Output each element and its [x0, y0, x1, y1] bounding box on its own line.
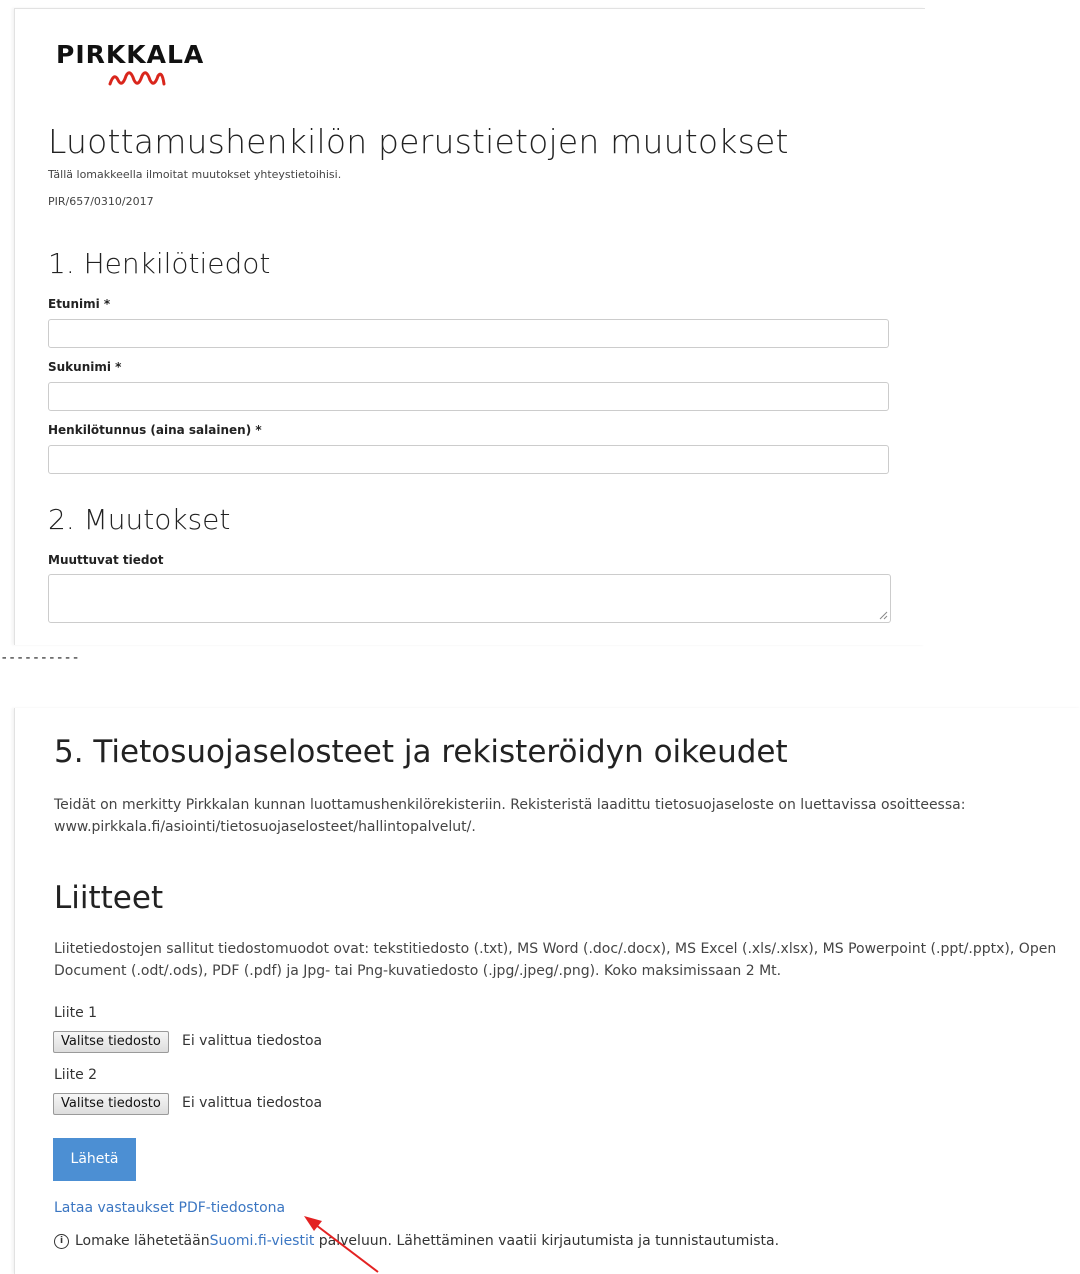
pirkkala-logo-text: PIRKKALA [56, 40, 205, 69]
form-title: Luottamushenkilön perustietojen muutokse… [48, 122, 789, 161]
first-name-input[interactable] [48, 319, 889, 348]
attachment2-file-status: Ei valittua tiedostoa [182, 1095, 323, 1111]
submit-button[interactable]: Lähetä [53, 1138, 136, 1181]
section1-heading: 1. Henkilötiedot [48, 247, 271, 280]
info-icon: i [54, 1233, 69, 1249]
pirkkala-logo-wave-icon [108, 71, 166, 86]
changes-textarea[interactable] [48, 574, 891, 623]
attachment1-choose-file-button[interactable]: Valitse tiedosto [53, 1031, 169, 1053]
form-description: Tällä lomakkeella ilmoitat muutokset yht… [48, 168, 342, 181]
info-row: i Lomake lähetetään Suomi.fi-viestit pal… [54, 1233, 779, 1249]
resize-handle-icon[interactable] [879, 611, 888, 620]
attachment2-choose-file-button[interactable]: Valitse tiedosto [53, 1093, 169, 1115]
changes-label: Muuttuvat tiedot [48, 553, 164, 567]
form-reference: PIR/657/0310/2017 [48, 195, 154, 208]
annotation-arrow-icon [304, 1216, 379, 1273]
ssn-input[interactable] [48, 445, 889, 474]
attachment1-file-status: Ei valittua tiedostoa [182, 1033, 323, 1049]
section2-heading: 2. Muutokset [48, 503, 231, 536]
attachment1-label: Liite 1 [54, 1005, 98, 1021]
section5-heading: 5. Tietosuojaselosteet ja rekisteröidyn … [54, 734, 788, 770]
ssn-label: Henkilötunnus (aina salainen) * [48, 423, 262, 437]
attachments-heading: Liitteet [54, 880, 164, 916]
section5-text: Teidät on merkitty Pirkkalan kunnan luot… [54, 797, 966, 835]
attachments-text: Liitetiedostojen sallitut tiedostomuodot… [54, 941, 1057, 979]
last-name-label: Sukunimi * [48, 360, 122, 374]
info-text-prefix: Lomake lähetetään [75, 1233, 210, 1249]
separator-dashes: ---------- [0, 650, 80, 666]
download-pdf-link[interactable]: Lataa vastaukset PDF-tiedostona [54, 1200, 285, 1216]
attachment2-label: Liite 2 [54, 1067, 98, 1083]
last-name-input[interactable] [48, 382, 889, 411]
form-panel-bottom [14, 708, 1080, 1274]
first-name-label: Etunimi * [48, 297, 111, 311]
